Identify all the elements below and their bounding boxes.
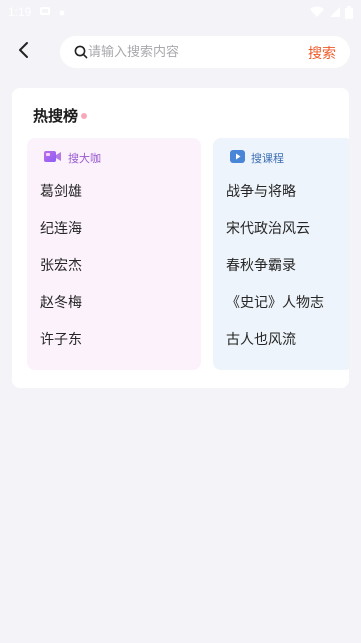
panel-search-experts: 搜大咖 葛剑雄 纪连海 张宏杰 赵冬梅 许子东 [27,138,201,370]
status-right [309,5,353,19]
video-camera-icon [44,150,62,166]
dot-icon [59,5,65,19]
list-item[interactable]: 古人也风流 [226,330,324,367]
search-header: 搜索 [0,34,361,70]
hot-search-title: 热搜榜 [33,107,79,125]
search-button[interactable]: 搜索 [308,43,336,63]
search-icon [74,45,88,59]
panel-header: 搜大咖 [44,150,101,166]
list-item[interactable]: 战争与将略 [226,182,324,219]
list-item[interactable]: 宋代政治风云 [226,219,324,256]
play-icon [230,150,245,166]
list-item[interactable]: 纪连海 [40,219,82,256]
panel-search-courses: 搜课程 战争与将略 宋代政治风云 春秋争霸录 《史记》人物志 古人也风流 [213,138,349,370]
expert-list: 葛剑雄 纪连海 张宏杰 赵冬梅 许子东 [40,182,82,367]
notification-icon [39,5,51,20]
course-list: 战争与将略 宋代政治风云 春秋争霸录 《史记》人物志 古人也风流 [226,182,324,367]
list-item[interactable]: 《史记》人物志 [226,293,324,330]
status-bar: 1:19 [0,0,361,24]
search-box[interactable]: 搜索 [60,36,350,68]
panel-header: 搜课程 [230,150,284,166]
wifi-icon [309,6,325,18]
list-item[interactable]: 张宏杰 [40,256,82,293]
status-time: 1:19 [8,5,32,19]
list-item[interactable]: 许子东 [40,330,82,367]
chevron-left-icon [17,41,31,63]
hot-search-card: 热搜榜 搜大咖 葛剑雄 纪连海 张宏杰 赵冬梅 许子东 搜课程 战争与将略 宋代… [12,88,349,388]
list-item[interactable]: 春秋争霸录 [226,256,324,293]
battery-icon [345,5,353,19]
panel-label: 搜课程 [251,152,284,165]
back-button[interactable] [12,40,36,64]
title-dot-decoration [81,113,87,119]
panel-label: 搜大咖 [68,152,101,165]
status-left: 1:19 [8,5,65,20]
search-input[interactable] [88,37,288,67]
list-item[interactable]: 葛剑雄 [40,182,82,219]
list-item[interactable]: 赵冬梅 [40,293,82,330]
signal-icon [329,6,341,18]
